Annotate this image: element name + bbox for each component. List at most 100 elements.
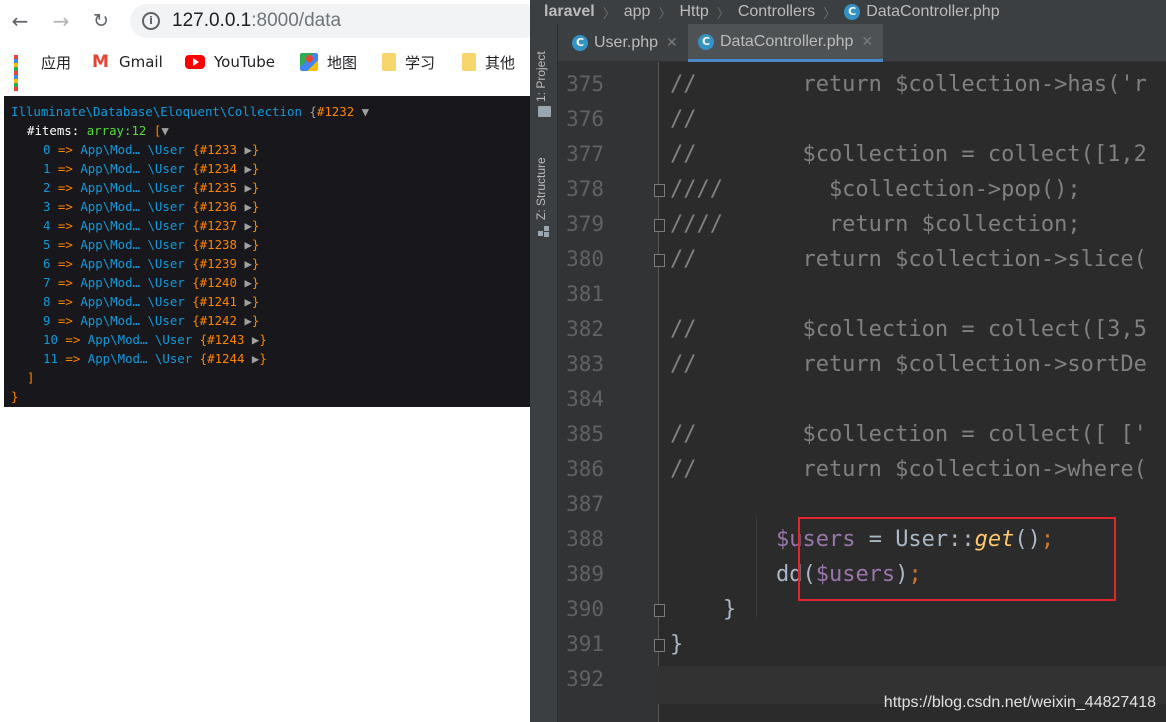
line-number: 381 bbox=[566, 282, 604, 306]
expand-toggle-icon[interactable]: ▶ bbox=[237, 180, 251, 195]
collapse-toggle-icon[interactable]: ▼ bbox=[161, 123, 168, 138]
breadcrumb-item[interactable]: Http bbox=[679, 3, 708, 21]
code-editor[interactable]: 375 376 377 378 379 380 381 382 383 384 385 386 387 3… bbox=[558, 62, 1166, 722]
dump-entry-id: #1241 bbox=[199, 294, 237, 309]
bookmark-label: 地图 bbox=[327, 53, 358, 72]
ide-window: laravel 〉 app 〉 Http 〉 Controllers 〉 C Da… bbox=[530, 0, 1166, 722]
fold-marker-icon[interactable] bbox=[654, 639, 665, 652]
bookmark-apps[interactable]: 应用 bbox=[14, 52, 71, 91]
expand-toggle-icon[interactable]: ▶ bbox=[237, 142, 251, 157]
line-number: 388 bbox=[566, 527, 604, 551]
expand-toggle-icon[interactable]: ▶ bbox=[237, 256, 251, 271]
expand-toggle-icon[interactable]: ▶ bbox=[237, 199, 251, 214]
dump-entry-class: App\Mod… \User bbox=[80, 180, 185, 195]
breadcrumb-item[interactable]: Controllers bbox=[738, 3, 815, 21]
close-icon[interactable]: ✕ bbox=[666, 35, 678, 51]
structure-icon[interactable] bbox=[538, 226, 550, 238]
breadcrumb-separator-icon: 〉 bbox=[716, 6, 730, 22]
expand-toggle-icon[interactable]: ▶ bbox=[244, 351, 259, 366]
code-token: //// return $collection; bbox=[670, 212, 1081, 237]
dump-entry-brace: { bbox=[184, 218, 200, 233]
dump-arrow: => bbox=[50, 142, 81, 157]
tool-window-project[interactable]: 1: Project bbox=[534, 51, 548, 102]
dump-entry-brace: { bbox=[184, 275, 200, 290]
expand-toggle-icon[interactable]: ▶ bbox=[237, 275, 251, 290]
dump-entry-class: App\Mod… \User bbox=[80, 313, 185, 328]
code-line: // return $collection->has('r bbox=[670, 72, 1147, 97]
dump-entry-row: 3 => App\Mod… \User {#1236 ▶} bbox=[11, 197, 530, 216]
bookmark-youtube[interactable]: YouTube bbox=[185, 52, 275, 72]
forward-arrow-icon[interactable]: → bbox=[50, 10, 72, 32]
dump-arrow: => bbox=[50, 294, 81, 309]
dump-items-close: ] bbox=[27, 370, 35, 385]
dump-entry-brace: { bbox=[184, 142, 200, 157]
dump-entry-row: 6 => App\Mod… \User {#1239 ▶} bbox=[11, 254, 530, 273]
dd-dump-output: Illuminate\Database\Eloquent\Collection … bbox=[4, 96, 530, 407]
expand-toggle-icon[interactable]: ▶ bbox=[237, 161, 251, 176]
fold-marker-icon[interactable] bbox=[654, 254, 665, 267]
line-number: 376 bbox=[566, 107, 604, 131]
dump-close-row: } bbox=[11, 387, 530, 406]
dump-entry-class: App\Mod… \User bbox=[80, 142, 185, 157]
dump-entry-brace: { bbox=[184, 256, 200, 271]
breadcrumb-item[interactable]: DataController.php bbox=[866, 3, 999, 21]
dump-entry-row: 7 => App\Mod… \User {#1240 ▶} bbox=[11, 273, 530, 292]
code-token: } bbox=[670, 597, 737, 622]
expand-toggle-icon[interactable]: ▶ bbox=[244, 332, 259, 347]
bookmark-maps[interactable]: 地图 bbox=[300, 52, 357, 72]
expand-toggle-icon[interactable]: ▶ bbox=[237, 313, 251, 328]
dump-entry-id: #1242 bbox=[199, 313, 237, 328]
dump-entry-class: App\Mod… \User bbox=[80, 237, 185, 252]
dump-entry-brace: { bbox=[184, 161, 200, 176]
expand-toggle-icon[interactable]: ▶ bbox=[237, 294, 251, 309]
code-token: // $collection = collect([1,2 bbox=[670, 142, 1147, 167]
breadcrumb-item[interactable]: app bbox=[624, 3, 651, 21]
fold-marker-icon[interactable] bbox=[654, 219, 665, 232]
dump-items-key: #items bbox=[27, 123, 72, 138]
url-text[interactable]: 127.0.0.1:8000/data bbox=[172, 10, 341, 32]
line-number: 382 bbox=[566, 317, 604, 341]
watermark-text: https://blog.csdn.net/weixin_44827418 bbox=[883, 694, 1156, 711]
code-token: // return $collection->has('r bbox=[670, 72, 1147, 97]
back-arrow-icon[interactable]: ← bbox=[9, 10, 31, 32]
dump-header: Illuminate\Database\Eloquent\Collection … bbox=[11, 102, 530, 121]
breadcrumb-item[interactable]: laravel bbox=[544, 3, 595, 21]
dump-entry-class: App\Mod… \User bbox=[80, 294, 185, 309]
site-info-icon[interactable]: i bbox=[142, 12, 160, 30]
dump-entry-id: #1234 bbox=[199, 161, 237, 176]
tool-window-structure[interactable]: Z: Structure bbox=[534, 157, 548, 220]
tab-user-php[interactable]: C User.php ✕ bbox=[562, 24, 688, 62]
bookmark-label: Gmail bbox=[119, 53, 163, 71]
dump-arrow: => bbox=[57, 332, 88, 347]
fold-marker-icon[interactable] bbox=[654, 184, 665, 197]
dump-entry-brace: { bbox=[184, 237, 200, 252]
dump-entry-id: #1235 bbox=[199, 180, 237, 195]
tab-datacontroller-php[interactable]: C DataController.php ✕ bbox=[688, 24, 884, 62]
expand-toggle-icon[interactable]: ▶ bbox=[237, 237, 251, 252]
reload-icon[interactable]: ↻ bbox=[90, 10, 112, 32]
breadcrumb-separator-icon: 〉 bbox=[823, 6, 837, 22]
dump-entry-id: #1236 bbox=[199, 199, 237, 214]
bookmark-folder-study[interactable]: 学习 bbox=[382, 52, 435, 72]
breadcrumb-separator-icon: 〉 bbox=[658, 6, 672, 22]
dump-arrow: => bbox=[57, 351, 88, 366]
close-icon[interactable]: ✕ bbox=[861, 34, 873, 50]
folder-icon[interactable] bbox=[538, 106, 551, 117]
expand-toggle-icon[interactable]: ▶ bbox=[237, 218, 251, 233]
line-number: 375 bbox=[566, 72, 604, 96]
line-number: 386 bbox=[566, 457, 604, 481]
code-line: } bbox=[670, 597, 736, 622]
dump-open-brace: { bbox=[309, 104, 317, 119]
bookmark-gmail[interactable]: M Gmail bbox=[92, 52, 163, 72]
folder-icon bbox=[382, 53, 396, 71]
bookmark-folder-other[interactable]: 其他 bbox=[462, 52, 515, 72]
address-bar[interactable]: i 127.0.0.1:8000/data bbox=[130, 4, 540, 38]
collapse-toggle-icon[interactable]: ▼ bbox=[362, 104, 369, 119]
fold-marker-icon[interactable] bbox=[654, 604, 665, 617]
dump-arrow: => bbox=[50, 161, 81, 176]
dump-entry-brace: } bbox=[251, 218, 260, 233]
line-number: 392 bbox=[566, 667, 604, 691]
dump-entry-row: 10 => App\Mod… \User {#1243 ▶} bbox=[11, 330, 530, 349]
dump-entry-class: App\Mod… \User bbox=[80, 256, 185, 271]
